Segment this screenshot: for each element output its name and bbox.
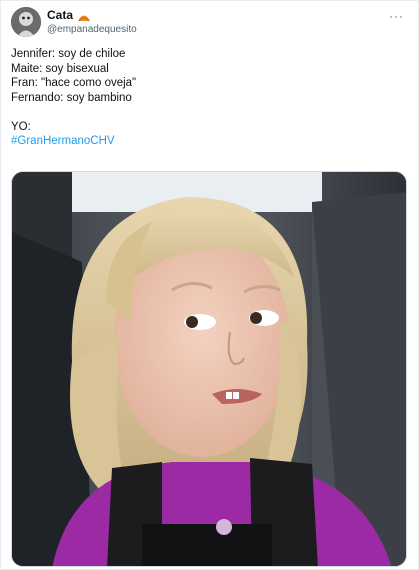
tweet-line: YO: — [11, 120, 31, 133]
author-names: Cata @empanadequesito — [47, 7, 137, 37]
display-name[interactable]: Cata — [47, 8, 73, 22]
tweet-header: Cata @empanadequesito ··· — [11, 7, 408, 41]
avatar-image — [11, 7, 41, 37]
empanada-emoji-icon — [77, 10, 91, 22]
tweet-card[interactable]: Cata @empanadequesito ··· Jennifer: soy … — [0, 0, 419, 570]
tweet-line: Jennifer: soy de chiloe — [11, 48, 126, 60]
tweet-text: Jennifer: soy de chiloe Maite: soy bisex… — [11, 47, 408, 149]
tweet-line: Fernando: soy bambino — [11, 91, 132, 104]
tweet-media-photo[interactable] — [11, 171, 407, 567]
tweet-line: Maite: soy bisexual — [11, 62, 109, 75]
tweet-line: Fran: "hace como oveja" — [11, 77, 137, 89]
user-handle[interactable]: @empanadequesito — [47, 23, 137, 37]
meme-photo-girl-side-eye — [12, 172, 406, 566]
ellipsis-icon[interactable]: ··· — [389, 9, 404, 23]
avatar[interactable] — [11, 7, 41, 37]
hashtag-link[interactable]: #GranHermanoCHV — [11, 134, 408, 149]
